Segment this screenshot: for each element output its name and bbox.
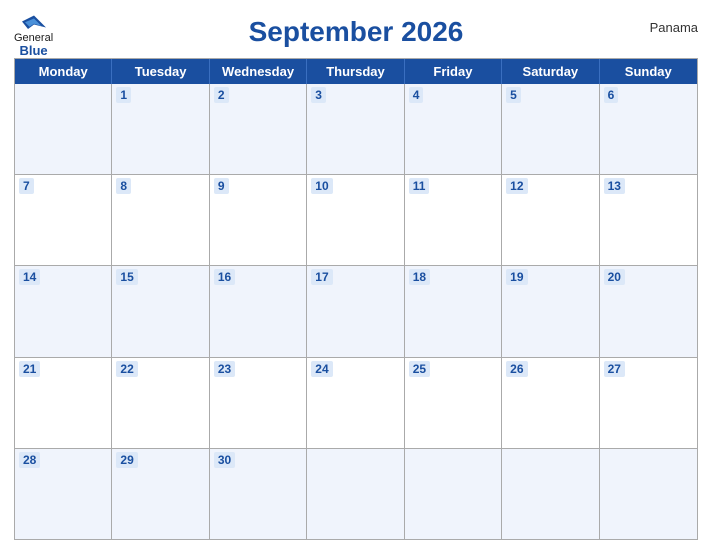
day-cell-23-w3: 23 [210, 358, 307, 448]
day-number: 19 [506, 269, 527, 285]
day-cell-11-w1: 11 [405, 175, 502, 265]
day-cell-2-w0: 2 [210, 84, 307, 174]
day-cell-empty-w4 [307, 449, 404, 539]
day-number: 28 [19, 452, 40, 468]
day-cell-5-w0: 5 [502, 84, 599, 174]
day-cell-14-w2: 14 [15, 266, 112, 356]
day-cell-empty-w0 [15, 84, 112, 174]
day-number: 9 [214, 178, 229, 194]
day-number: 24 [311, 361, 332, 377]
day-cell-22-w3: 22 [112, 358, 209, 448]
day-number: 8 [116, 178, 131, 194]
day-number: 4 [409, 87, 424, 103]
day-header-thursday: Thursday [307, 59, 404, 84]
day-number: 11 [409, 178, 430, 194]
day-cell-8-w1: 8 [112, 175, 209, 265]
day-number: 29 [116, 452, 137, 468]
calendar-header: General Blue September 2026 Panama [14, 10, 698, 52]
logo: General Blue [14, 14, 53, 58]
day-cell-27-w3: 27 [600, 358, 697, 448]
calendar-grid: Monday Tuesday Wednesday Thursday Friday… [14, 58, 698, 540]
day-number: 18 [409, 269, 430, 285]
day-number: 26 [506, 361, 527, 377]
day-number: 13 [604, 178, 625, 194]
calendar-title: September 2026 [249, 16, 464, 48]
day-number: 22 [116, 361, 137, 377]
day-number: 23 [214, 361, 235, 377]
day-cell-24-w3: 24 [307, 358, 404, 448]
day-number: 15 [116, 269, 137, 285]
day-cell-4-w0: 4 [405, 84, 502, 174]
day-cell-17-w2: 17 [307, 266, 404, 356]
day-header-saturday: Saturday [502, 59, 599, 84]
week-row-2: 7 8 9 10 11 12 13 [15, 174, 697, 265]
day-number: 14 [19, 269, 40, 285]
day-header-monday: Monday [15, 59, 112, 84]
day-number: 17 [311, 269, 332, 285]
day-number: 21 [19, 361, 40, 377]
country-label: Panama [650, 20, 698, 35]
week-row-5: 28 29 30 [15, 448, 697, 539]
day-cell-3-w0: 3 [307, 84, 404, 174]
day-cell-25-w3: 25 [405, 358, 502, 448]
day-cell-empty-w4 [600, 449, 697, 539]
day-cell-20-w2: 20 [600, 266, 697, 356]
day-header-friday: Friday [405, 59, 502, 84]
day-cell-10-w1: 10 [307, 175, 404, 265]
day-number: 27 [604, 361, 625, 377]
day-number: 10 [311, 178, 332, 194]
day-cell-21-w3: 21 [15, 358, 112, 448]
day-number: 6 [604, 87, 619, 103]
day-header-sunday: Sunday [600, 59, 697, 84]
week-row-3: 14 15 16 17 18 19 20 [15, 265, 697, 356]
day-number: 25 [409, 361, 430, 377]
day-headers-row: Monday Tuesday Wednesday Thursday Friday… [15, 59, 697, 84]
day-number: 7 [19, 178, 34, 194]
logo-blue-text: Blue [19, 44, 47, 58]
day-cell-29-w4: 29 [112, 449, 209, 539]
day-number: 2 [214, 87, 229, 103]
week-row-4: 21 22 23 24 25 26 27 [15, 357, 697, 448]
day-cell-12-w1: 12 [502, 175, 599, 265]
day-cell-15-w2: 15 [112, 266, 209, 356]
day-cell-7-w1: 7 [15, 175, 112, 265]
day-cell-empty-w4 [502, 449, 599, 539]
day-cell-26-w3: 26 [502, 358, 599, 448]
day-number: 12 [506, 178, 527, 194]
weeks-container: 1234567891011121314151617181920212223242… [15, 84, 697, 539]
day-cell-9-w1: 9 [210, 175, 307, 265]
day-header-wednesday: Wednesday [210, 59, 307, 84]
day-cell-19-w2: 19 [502, 266, 599, 356]
day-cell-28-w4: 28 [15, 449, 112, 539]
day-cell-16-w2: 16 [210, 266, 307, 356]
week-row-1: 1 2 3 4 5 6 [15, 84, 697, 174]
logo-bird-icon [20, 14, 48, 32]
day-number: 16 [214, 269, 235, 285]
day-header-tuesday: Tuesday [112, 59, 209, 84]
day-cell-empty-w4 [405, 449, 502, 539]
day-cell-6-w0: 6 [600, 84, 697, 174]
day-number: 5 [506, 87, 521, 103]
day-number: 3 [311, 87, 326, 103]
day-number: 20 [604, 269, 625, 285]
day-number: 30 [214, 452, 235, 468]
day-cell-18-w2: 18 [405, 266, 502, 356]
day-cell-30-w4: 30 [210, 449, 307, 539]
day-cell-1-w0: 1 [112, 84, 209, 174]
day-number: 1 [116, 87, 131, 103]
day-cell-13-w1: 13 [600, 175, 697, 265]
